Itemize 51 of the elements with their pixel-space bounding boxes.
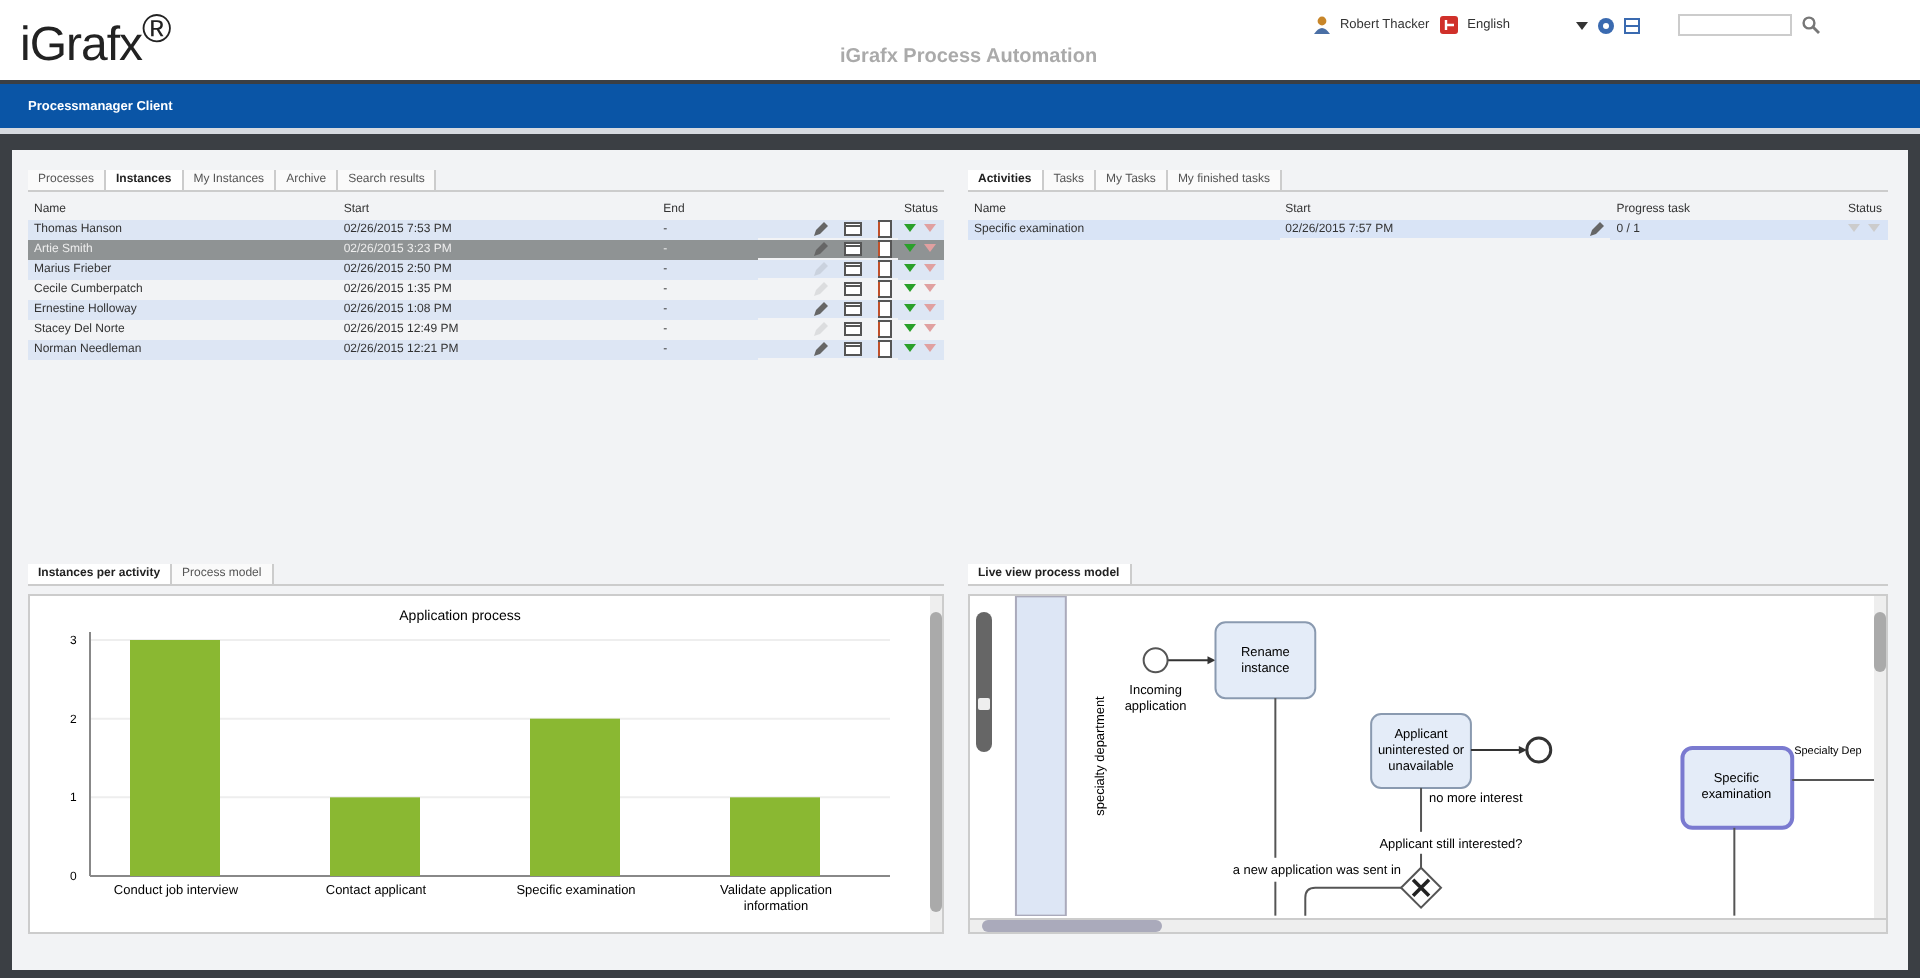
status-icon bbox=[903, 342, 936, 354]
status-icon bbox=[903, 222, 936, 234]
flow-line bbox=[1791, 778, 1875, 781]
status-icon bbox=[903, 302, 936, 314]
flow-line bbox=[1420, 786, 1423, 833]
logo: iGrafx$^{®}$ bbox=[20, 7, 171, 73]
window-icon[interactable] bbox=[843, 282, 862, 296]
window-icon[interactable] bbox=[843, 222, 862, 236]
flow-line bbox=[1733, 826, 1736, 916]
document-icon[interactable] bbox=[877, 320, 892, 338]
layout-icon[interactable] bbox=[1624, 17, 1640, 33]
help-icon[interactable] bbox=[1598, 17, 1614, 33]
app-title: iGrafx Process Automation bbox=[840, 46, 1098, 68]
window-icon[interactable] bbox=[843, 262, 862, 276]
status-icon bbox=[1847, 222, 1880, 234]
flow-arrow bbox=[1469, 746, 1527, 754]
pencil-icon[interactable] bbox=[811, 301, 828, 317]
document-icon[interactable] bbox=[877, 280, 892, 298]
end-event bbox=[1525, 736, 1553, 764]
window-icon[interactable] bbox=[843, 342, 862, 356]
status-icon bbox=[903, 322, 936, 334]
document-icon[interactable] bbox=[877, 260, 892, 278]
zoom-slider-thumb[interactable] bbox=[978, 697, 990, 709]
scrollbar[interactable] bbox=[968, 920, 1888, 934]
flow-line bbox=[1420, 852, 1423, 869]
window-icon[interactable] bbox=[843, 242, 862, 256]
flow-arrow bbox=[1166, 656, 1216, 665]
document-icon[interactable] bbox=[877, 220, 892, 238]
logout-icon[interactable] bbox=[1439, 16, 1458, 34]
search-icon[interactable] bbox=[1802, 16, 1820, 34]
flow-line bbox=[1274, 880, 1277, 916]
dropdown-icon[interactable] bbox=[1576, 21, 1588, 29]
flow-line bbox=[1304, 886, 1405, 916]
search-field[interactable] bbox=[1678, 14, 1792, 36]
scrollbar[interactable] bbox=[930, 596, 942, 932]
status-icon bbox=[903, 242, 936, 254]
chart-bar bbox=[330, 797, 420, 876]
start-event bbox=[1142, 647, 1169, 674]
window-icon[interactable] bbox=[843, 322, 862, 336]
gateway-node bbox=[1399, 866, 1443, 910]
status-icon bbox=[903, 262, 936, 274]
chart-bar bbox=[730, 797, 820, 876]
document-icon[interactable] bbox=[877, 240, 892, 258]
pencil-icon[interactable] bbox=[811, 341, 828, 357]
user-icon bbox=[1313, 16, 1330, 34]
scrollbar[interactable] bbox=[1874, 596, 1886, 918]
document-icon[interactable] bbox=[877, 300, 892, 318]
pencil-icon[interactable] bbox=[1588, 221, 1605, 237]
status-icon bbox=[903, 282, 936, 294]
window-icon[interactable] bbox=[843, 302, 862, 316]
document-icon[interactable] bbox=[877, 340, 892, 358]
